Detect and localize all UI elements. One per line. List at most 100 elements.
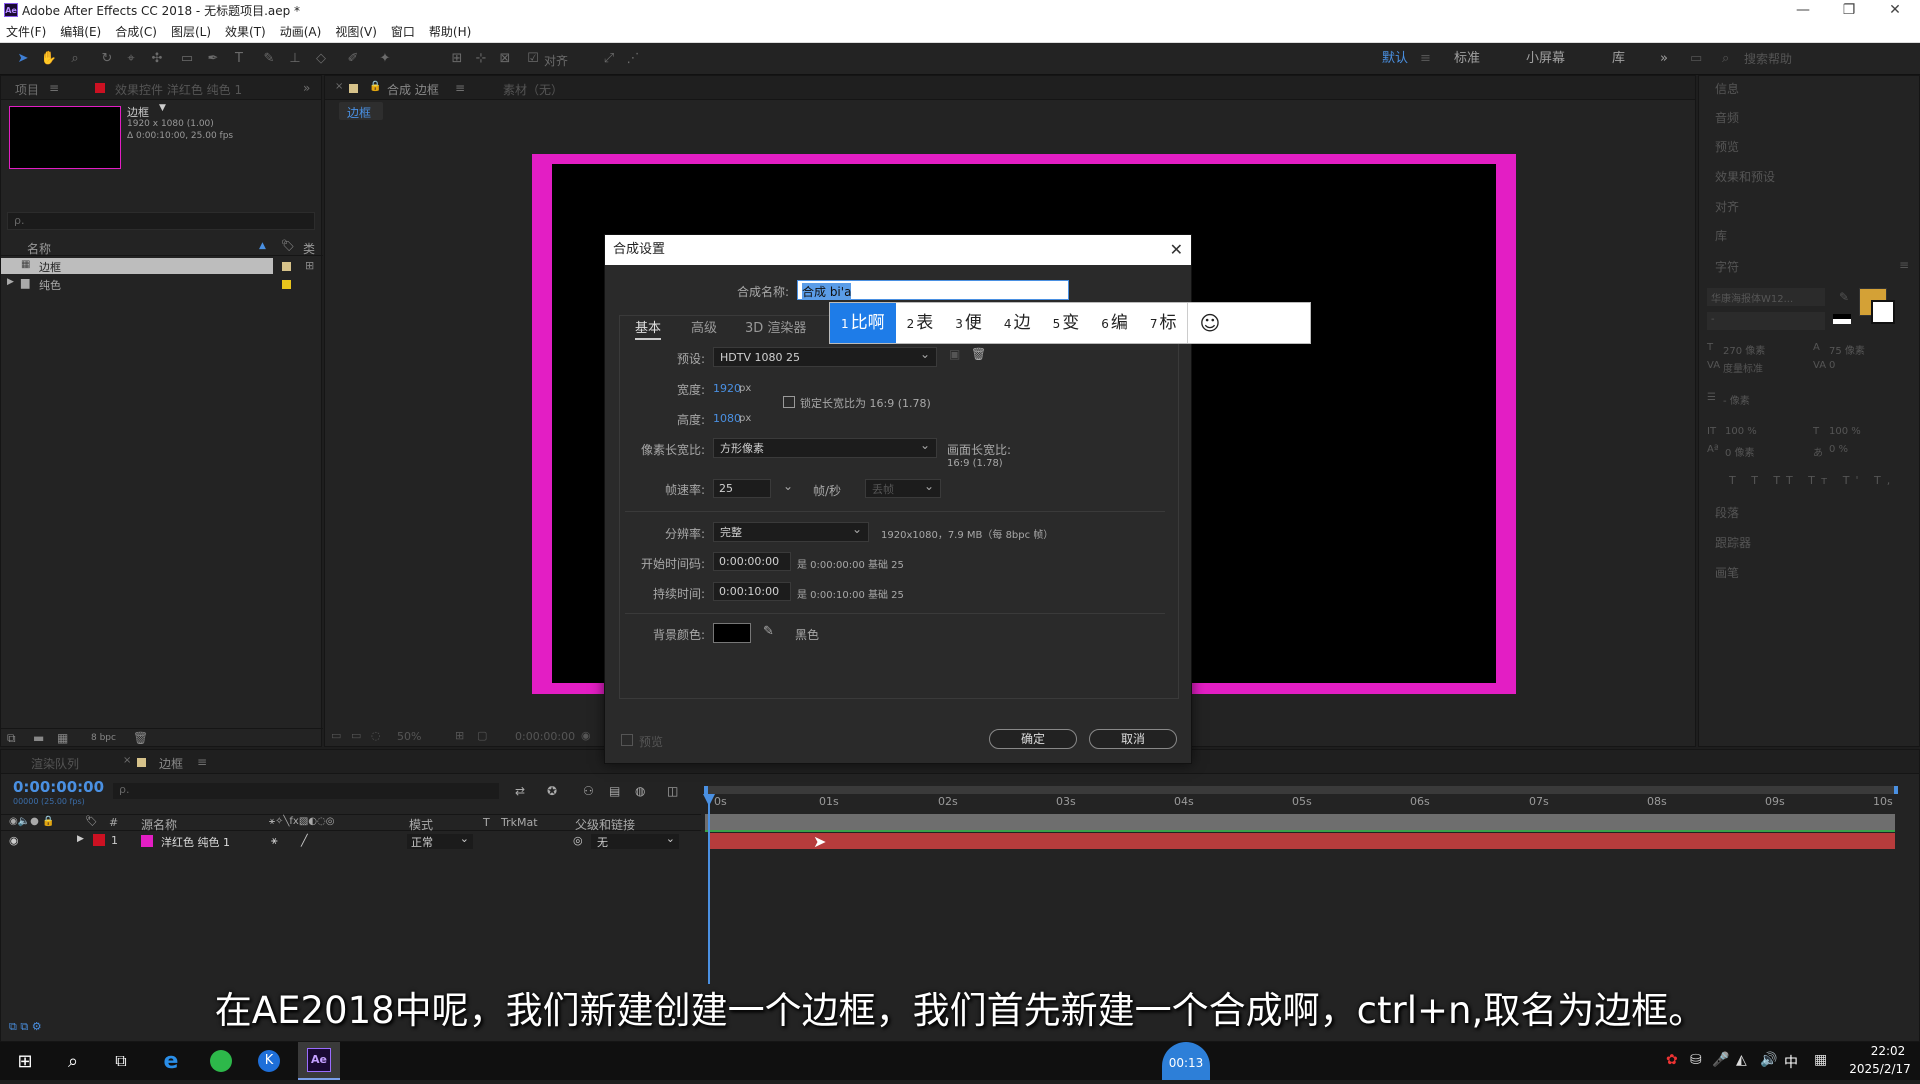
sort-asc-icon[interactable]: ▲	[259, 241, 266, 251]
tray-mic-icon[interactable]: 🎤	[1712, 1052, 1729, 1068]
align-panel-header[interactable]: 对齐	[1715, 198, 1739, 215]
taskbar-date[interactable]: 2025/2/17	[1844, 1062, 1916, 1076]
ime-candidate-4[interactable]: 4边	[993, 303, 1042, 343]
interpret-footage-icon[interactable]: ⧉	[7, 731, 16, 746]
world-axis-icon[interactable]: ⊹	[472, 50, 490, 68]
always-preview-icon[interactable]: ▭	[331, 729, 341, 742]
panel-toggle-icon[interactable]: ▭	[1690, 43, 1702, 75]
align-checkbox[interactable]: ☑	[524, 50, 542, 68]
baseline-value[interactable]: 0 像素	[1725, 444, 1755, 459]
black-white-swatch[interactable]	[1833, 314, 1851, 324]
minimize-button[interactable]: —	[1780, 0, 1826, 20]
windows-start-icon[interactable]: ⊞	[10, 1046, 40, 1076]
visibility-eye-icon[interactable]: ◉	[9, 834, 19, 847]
type-tool-icon[interactable]: T	[230, 50, 248, 68]
roto-brush-tool-icon[interactable]: ✐	[344, 50, 362, 68]
stroke-color-swatch[interactable]	[1871, 300, 1895, 324]
draft-3d-icon[interactable]: ✪	[547, 784, 557, 798]
label-col-icon[interactable]: 🏷	[281, 239, 295, 252]
leading-value[interactable]: 75 像素	[1829, 342, 1865, 357]
more-workspaces-icon[interactable]: »	[1660, 43, 1668, 75]
layer-duration-bar[interactable]	[709, 833, 1895, 849]
ime-candidate-2[interactable]: 2表	[896, 303, 945, 343]
preview-checkbox[interactable]	[621, 734, 633, 746]
ime-candidate-5[interactable]: 5变	[1042, 303, 1091, 343]
close-window-button[interactable]: ✕	[1872, 0, 1918, 20]
preset-dropdown[interactable]: HDTV 1080 25	[713, 345, 937, 367]
close-tab-icon[interactable]: ×	[335, 81, 343, 92]
taskbar-clock[interactable]: 22:02	[1860, 1044, 1916, 1058]
brushes-panel-header[interactable]: 画笔	[1715, 564, 1739, 581]
font-size-value[interactable]: 270 像素	[1723, 342, 1765, 357]
monitor-icon[interactable]: ▭	[351, 729, 361, 742]
shy-switch-icon[interactable]: ⚹	[271, 834, 278, 848]
tracker-panel-header[interactable]: 跟踪器	[1715, 534, 1751, 551]
tab-timeline-comp[interactable]: 边框	[159, 755, 183, 772]
comp-mini-flowchart-icon[interactable]: ⇄	[515, 784, 525, 798]
motion-blur-icon[interactable]: ◍	[635, 784, 645, 798]
character-panel-header[interactable]: 字符	[1715, 258, 1739, 275]
bg-color-swatch[interactable]	[713, 623, 751, 643]
tray-volume-icon[interactable]: 🔊	[1760, 1052, 1777, 1068]
tray-ime-icon[interactable]: ▦	[1814, 1052, 1827, 1068]
delete-icon[interactable]: 🗑	[133, 731, 148, 745]
anchor-tool-icon[interactable]: ✣	[148, 50, 166, 68]
font-family-dropdown[interactable]: 华康海报体W12...	[1707, 288, 1825, 306]
tsume-value[interactable]: 0 %	[1829, 444, 1848, 455]
puppet-tool-icon[interactable]: ✦	[376, 50, 394, 68]
snap-icon[interactable]: ⤢	[600, 50, 618, 68]
shy-layers-icon[interactable]: ⚇	[583, 784, 594, 798]
start-timecode-input[interactable]: 0:00:00:00	[713, 552, 791, 571]
menu-file[interactable]: 文件(F)	[6, 23, 46, 40]
workspace-library[interactable]: 库	[1612, 43, 1625, 75]
close-icon[interactable]: ✕	[1170, 235, 1183, 265]
ime-candidate-7[interactable]: 7标	[1139, 303, 1188, 343]
pen-tool-icon[interactable]: ✒	[204, 50, 222, 68]
k-app-icon[interactable]: K	[254, 1046, 284, 1076]
menu-animation[interactable]: 动画(A)	[280, 23, 322, 40]
brush-tool-icon[interactable]: ✎	[260, 50, 278, 68]
workspace-standard[interactable]: 标准	[1454, 43, 1480, 75]
resolution-dropdown[interactable]: 完整	[713, 520, 869, 542]
stamp-tool-icon[interactable]: ⊥	[286, 50, 304, 68]
layer-row[interactable]: ◉ ▶ 1 洋红色 纯色 1 ⚹ ╱ 正常 ⌄ ◎ 无 ⌄	[1, 832, 701, 851]
eyedropper-icon[interactable]: ✎	[763, 624, 774, 639]
workspace-default[interactable]: 默认	[1382, 43, 1408, 75]
view-axis-icon[interactable]: ⊠	[496, 50, 514, 68]
stroke-width-value[interactable]: - 像素	[1723, 392, 1750, 407]
resolution-icon[interactable]: ⊞	[455, 729, 464, 742]
zoom-dropdown[interactable]: 50%	[397, 730, 421, 743]
layer-parent-dropdown[interactable]: 无 ⌄	[591, 832, 679, 849]
workspace-menu-icon[interactable]: ≡	[1420, 43, 1431, 75]
emoji-icon[interactable]: ☺	[1187, 303, 1231, 343]
pixel-aspect-dropdown[interactable]: 方形像素	[713, 436, 937, 458]
label-color-swatch[interactable]	[282, 262, 291, 271]
cancel-button[interactable]: 取消	[1089, 729, 1177, 749]
ie-browser-icon[interactable]: e	[156, 1046, 186, 1076]
menu-view[interactable]: 视图(V)	[335, 23, 377, 40]
thumb-dropdown-icon[interactable]: ▼	[159, 103, 166, 113]
tray-app-icon[interactable]: ✿	[1666, 1052, 1678, 1068]
font-style-dropdown[interactable]: -	[1707, 312, 1825, 330]
preview-panel-header[interactable]: 预览	[1715, 138, 1739, 155]
height-value[interactable]: 1080	[713, 412, 741, 425]
zoom-tool-icon[interactable]: ⌕	[66, 50, 84, 68]
rectangle-tool-icon[interactable]: ▭	[178, 50, 196, 68]
panel-expand-icon[interactable]: »	[303, 81, 310, 95]
search-icon[interactable]: ⌕	[58, 1046, 88, 1076]
work-area-handles[interactable]	[704, 786, 1898, 794]
tray-network-icon[interactable]: ◭	[1736, 1052, 1747, 1068]
rotate-tool-icon[interactable]: ↻	[98, 50, 116, 68]
col-type[interactable]: 类	[303, 240, 315, 257]
text-style-buttons[interactable]: T T TT Tт T' T,	[1729, 474, 1896, 487]
camera-tool-icon[interactable]: ⌖	[122, 50, 140, 68]
comp-breadcrumb[interactable]: 边框	[339, 102, 383, 120]
project-item-folder[interactable]: ▶ ▆ 纯色	[1, 276, 273, 292]
character-menu-icon[interactable]: ≡	[1899, 258, 1909, 272]
ime-candidate-1[interactable]: 1 比啊	[830, 303, 896, 343]
paragraph-panel-header[interactable]: 段落	[1715, 504, 1739, 521]
tab-menu-icon[interactable]: ≡	[455, 81, 465, 95]
task-view-icon[interactable]: ⧉	[106, 1046, 136, 1076]
current-time-indicator[interactable]	[708, 794, 710, 984]
timeline-search-input[interactable]: ρ.	[113, 783, 499, 799]
